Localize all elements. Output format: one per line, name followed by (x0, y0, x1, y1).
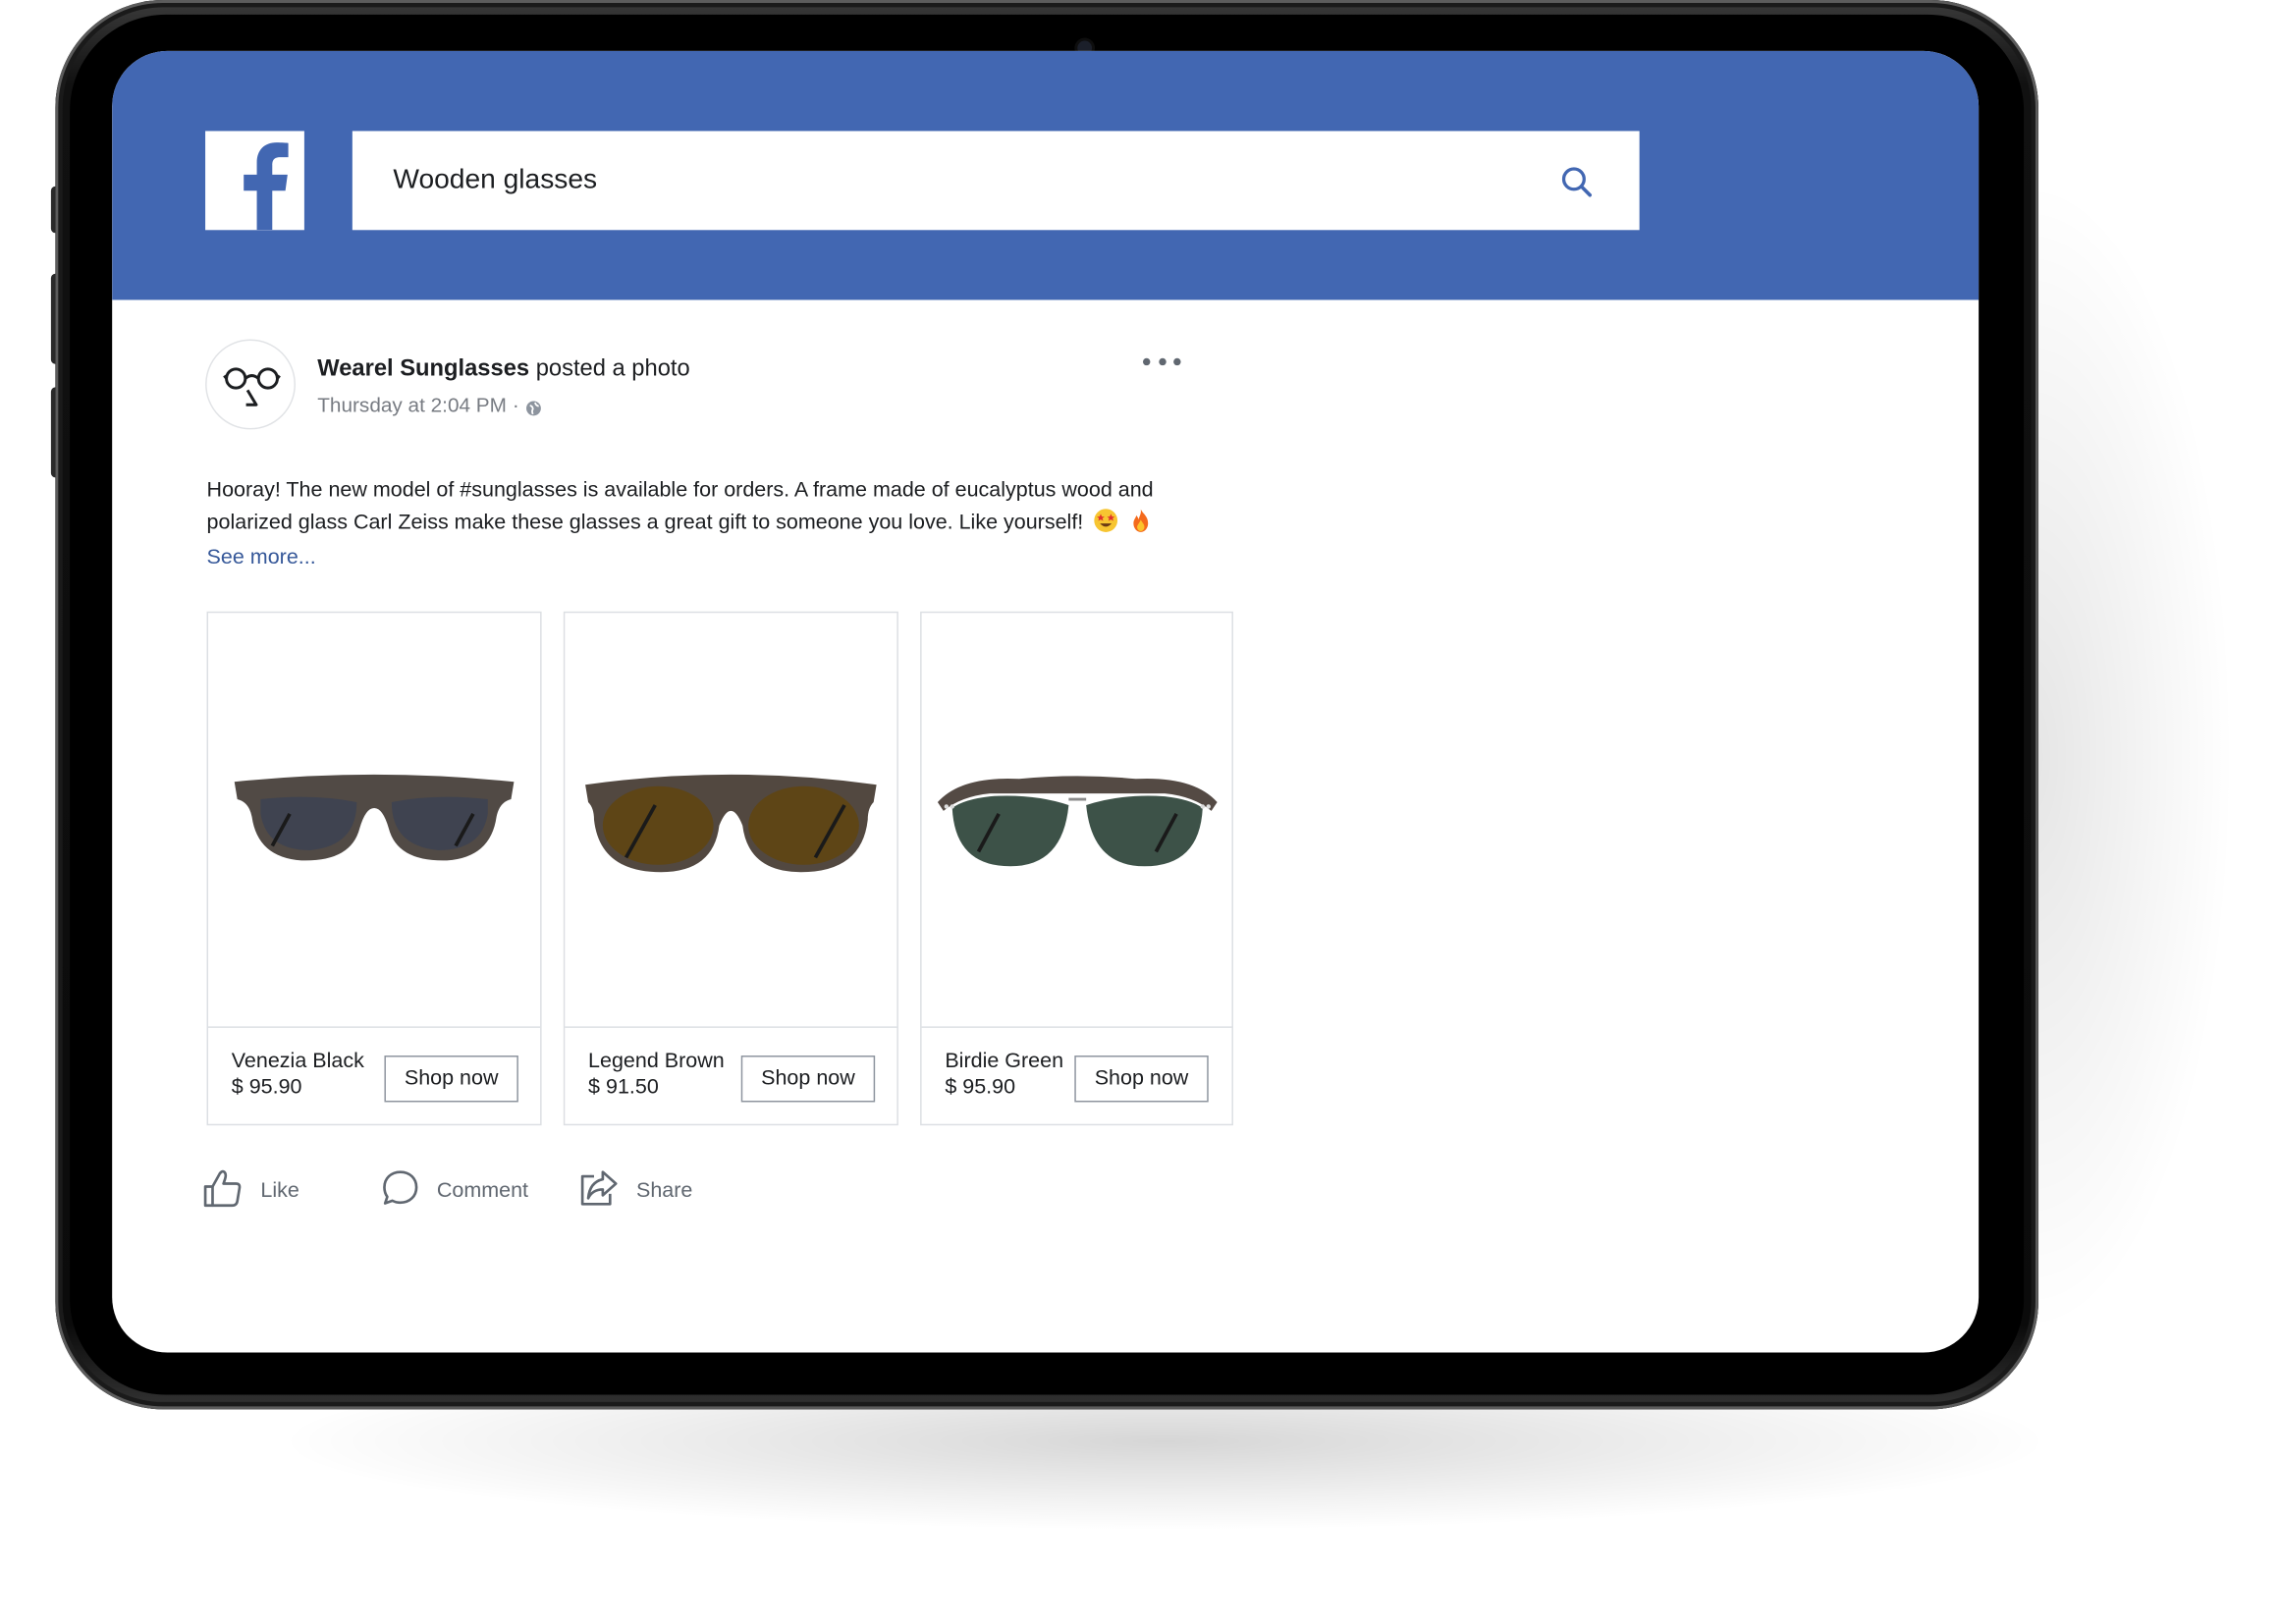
post-meta: Thursday at 2:04 PM · (317, 393, 541, 416)
product-name: Legend Brown (588, 1050, 725, 1073)
comment-bubble-icon (381, 1169, 419, 1213)
dot (1173, 357, 1181, 365)
globe-icon (525, 397, 541, 415)
shop-now-button[interactable]: Shop now (740, 1056, 876, 1103)
search-box[interactable] (352, 131, 1640, 231)
sunglasses-image-icon (937, 776, 1217, 867)
product-card[interactable]: Legend Brown $ 91.50 Shop now (563, 611, 898, 1126)
product-price: $ 95.90 (945, 1075, 1016, 1100)
thumbs-up-icon (202, 1167, 244, 1214)
more-options-icon[interactable] (1142, 351, 1181, 371)
like-label: Like (260, 1179, 299, 1203)
share-button[interactable]: Share (578, 1167, 693, 1214)
post-body: Hooray! The new model of #sunglasses is … (206, 478, 1154, 534)
device-side-shadow (2031, 174, 2236, 1340)
product-image[interactable] (921, 613, 1232, 1028)
meta-separator: · (512, 393, 519, 417)
star-struck-emoji-icon (1094, 508, 1118, 543)
post-title: Wearel Sunglasses posted a photo (317, 356, 689, 383)
product-card[interactable]: Venezia Black $ 95.90 Shop now (206, 611, 542, 1126)
fire-emoji-icon (1128, 508, 1153, 543)
top-bar (112, 50, 1980, 300)
device-stage: Wearel Sunglasses posted a photo Thursda… (0, 0, 2280, 1623)
avatar[interactable] (205, 339, 297, 430)
tablet-frame: Wearel Sunglasses posted a photo Thursda… (55, 0, 2038, 1410)
post-action-text: posted a photo (535, 356, 690, 382)
search-icon[interactable] (1561, 166, 1594, 205)
dot (1142, 357, 1151, 365)
comment-label: Comment (436, 1179, 529, 1203)
share-label: Share (635, 1179, 693, 1203)
product-price: $ 95.90 (231, 1075, 302, 1100)
comment-button[interactable]: Comment (381, 1169, 528, 1213)
sunglasses-image-icon (234, 774, 515, 861)
product-image[interactable] (565, 613, 897, 1028)
search-input[interactable] (393, 131, 1529, 231)
glasses-logo-icon (223, 367, 281, 406)
product-price: $ 91.50 (588, 1075, 659, 1100)
dot (1158, 357, 1166, 365)
product-image[interactable] (208, 613, 541, 1028)
like-button[interactable]: Like (202, 1169, 299, 1213)
product-name: Birdie Green (945, 1050, 1064, 1073)
sunglasses-image-icon (585, 774, 877, 873)
shop-now-button[interactable]: Shop now (384, 1056, 518, 1103)
post-text: Hooray! The new model of #sunglasses is … (207, 476, 1226, 543)
product-card[interactable]: Birdie Green $ 95.90 Shop now (920, 611, 1233, 1126)
post-author-link[interactable]: Wearel Sunglasses (317, 356, 529, 381)
facebook-logo-icon[interactable] (205, 131, 304, 231)
product-name: Venezia Black (231, 1050, 364, 1073)
post-timestamp[interactable]: Thursday at 2:04 PM (317, 393, 507, 416)
share-arrow-icon (578, 1167, 620, 1214)
see-more-link[interactable]: See more... (207, 546, 316, 569)
shop-now-button[interactable]: Shop now (1074, 1056, 1209, 1103)
tablet-screen: Wearel Sunglasses posted a photo Thursda… (112, 50, 1980, 1353)
